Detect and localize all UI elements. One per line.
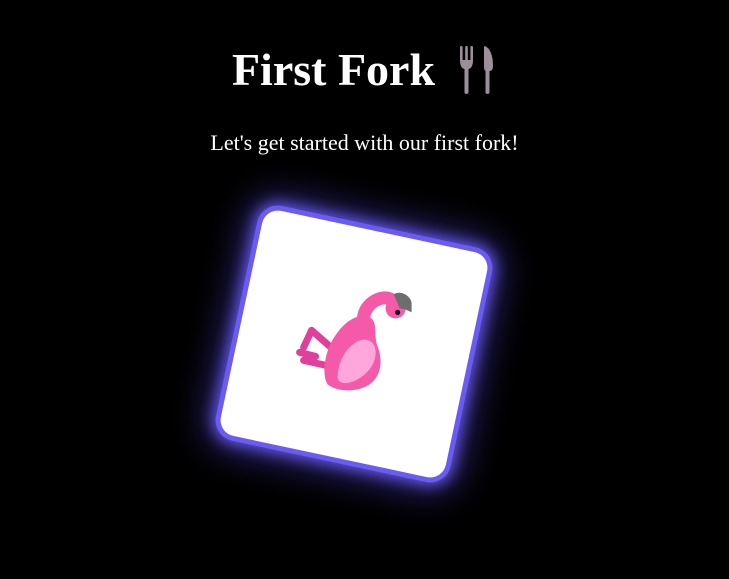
page: First Fork Let's get started with our fi… [0,0,729,579]
title-row: First Fork [0,40,729,100]
page-title: First Fork [231,44,436,95]
flamingo-icon [296,291,412,391]
image-card [217,207,491,481]
subtitle: Let's get started with our first fork! [210,130,519,155]
fork-and-knife-icon [460,46,494,94]
